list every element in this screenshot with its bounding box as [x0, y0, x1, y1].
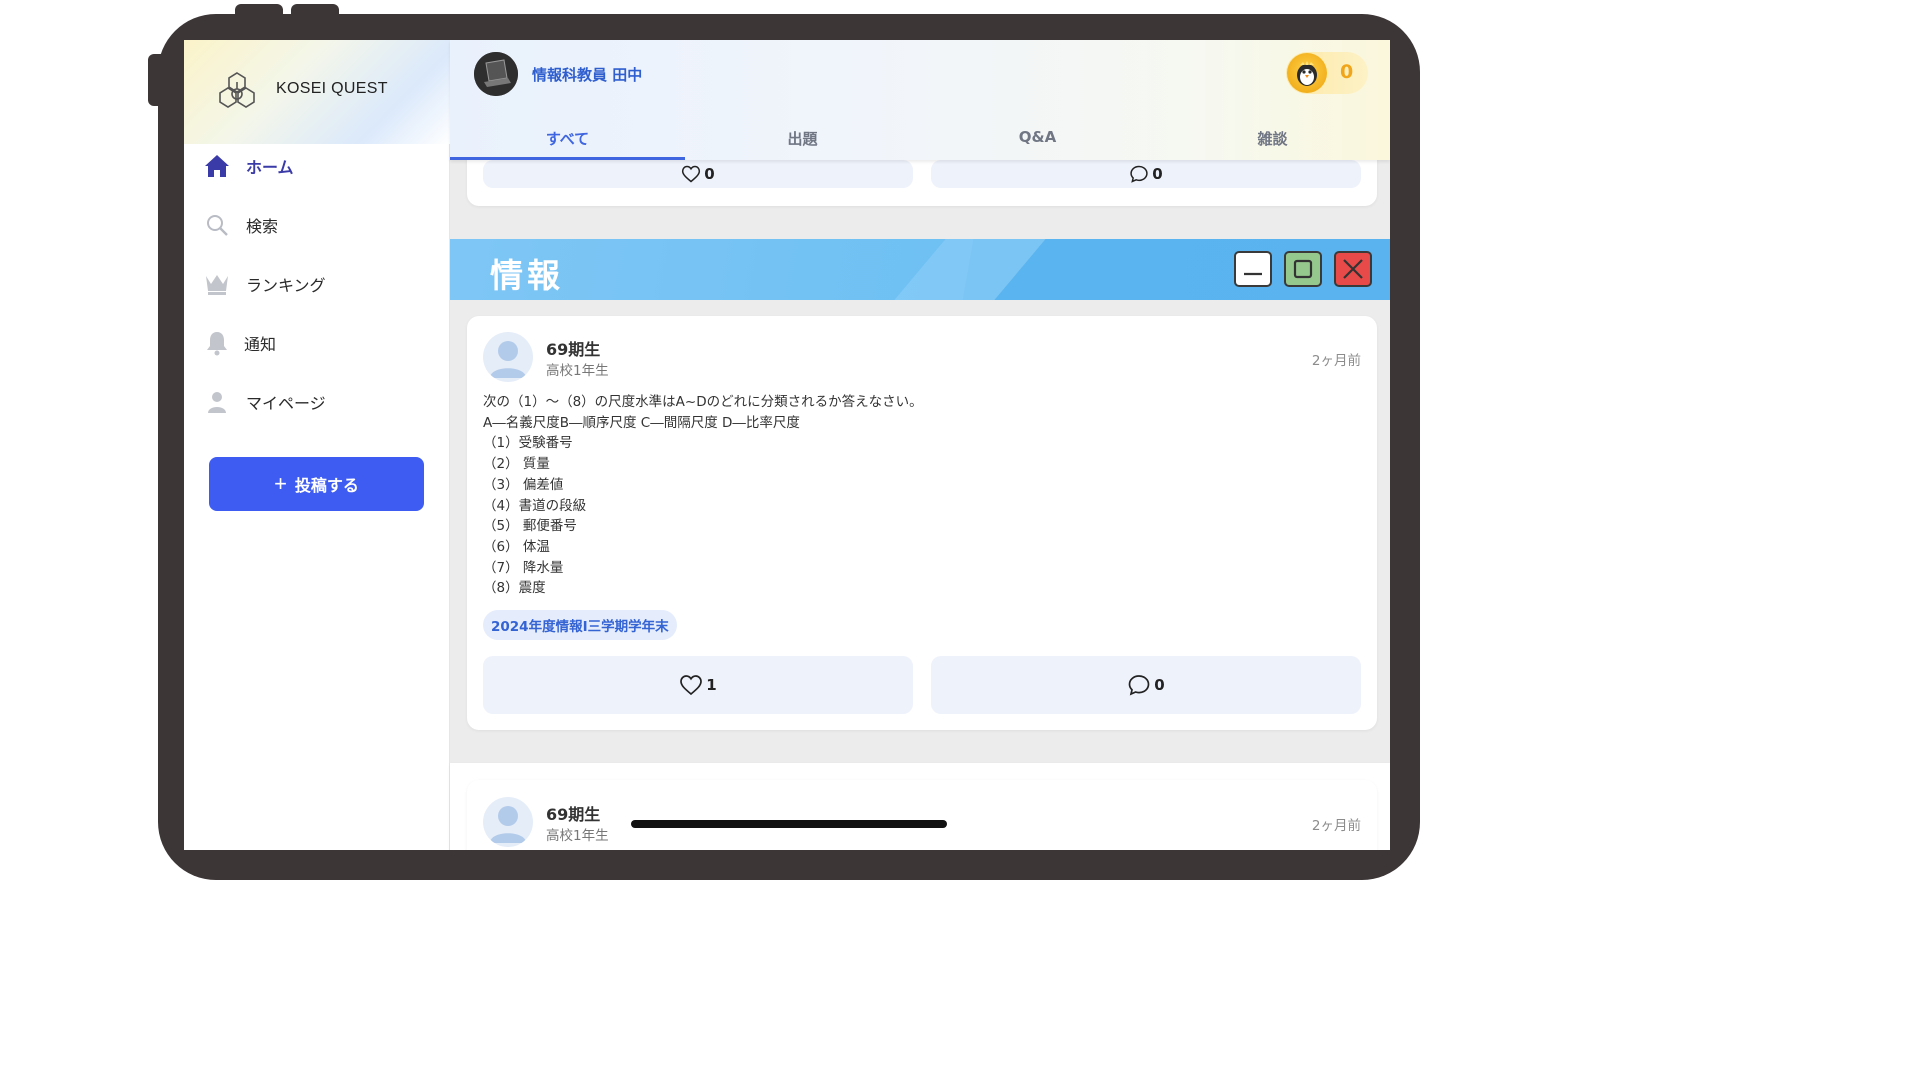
like-button[interactable]: 1: [483, 656, 913, 714]
like-button[interactable]: 0: [483, 160, 913, 188]
category-title: 情報: [490, 256, 564, 295]
sidebar-item-label: ホーム: [246, 158, 294, 177]
sidebar-item-ranking[interactable]: ランキング: [204, 266, 434, 302]
default-avatar-icon: [490, 806, 526, 843]
comment-button[interactable]: 0: [931, 656, 1361, 714]
tab-all[interactable]: すべて: [450, 118, 685, 160]
user-avatar[interactable]: [474, 52, 518, 96]
like-count: 1: [706, 676, 717, 694]
heart-icon: [682, 165, 701, 183]
close-icon: [1343, 259, 1363, 279]
post-timestamp: 2ヶ月前: [1311, 353, 1361, 369]
post-card: 69期生 高校1年生 2ヶ月前: [467, 780, 1377, 850]
home-indicator[interactable]: [631, 820, 947, 828]
sidebar-item-search[interactable]: 検索: [204, 207, 434, 243]
post-author-grade: 高校1年生: [546, 828, 609, 844]
post-body: 次の（1）～（8）の尺度水準はA~Dのどれに分類されるか答えなさい。 A―名義尺…: [483, 392, 923, 599]
post-body-line: （2） 質量: [483, 456, 550, 473]
sidebar-item-label: マイページ: [246, 394, 326, 413]
maximize-icon: [1293, 259, 1313, 279]
create-post-label: 投稿する: [294, 478, 359, 495]
bell-icon: [204, 330, 230, 356]
feed-tabs: すべて 出題 Q&A 雑談: [450, 118, 1390, 160]
plus-icon: +: [274, 471, 287, 496]
banner-decoration: [894, 239, 1046, 300]
post-author-grade: 高校1年生: [546, 363, 609, 379]
home-icon: [204, 153, 230, 179]
app-brand: KOSEI QUEST: [276, 80, 388, 97]
default-avatar-icon: [490, 341, 526, 378]
school-logo-icon[interactable]: [216, 70, 258, 112]
comment-count: 0: [1152, 165, 1163, 183]
sidebar-item-notifications[interactable]: 通知: [204, 325, 434, 361]
user-name: 情報科教員 田中: [532, 66, 643, 84]
post-body-line: （3） 偏差値: [483, 476, 564, 493]
post-body-line: （7） 降水量: [483, 559, 564, 576]
post-body-line: （8）震度: [483, 580, 546, 597]
post-body-line: （4）書道の段級: [483, 497, 587, 514]
sidebar-item-label: ランキング: [246, 276, 326, 295]
like-count: 0: [704, 165, 715, 183]
sidebar: KOSEI QUEST ホーム 検索 ランキング 通知 マイページ + 投稿する: [184, 40, 450, 850]
heart-icon: [680, 675, 703, 696]
comment-icon: [1128, 675, 1150, 696]
sidebar-item-label: 通知: [244, 335, 277, 354]
minimize-icon: [1244, 272, 1262, 276]
post-tag[interactable]: 2024年度情報Ⅰ三学期学年末: [483, 610, 677, 640]
tab-qa[interactable]: Q&A: [920, 118, 1155, 160]
post-author[interactable]: 69期生: [546, 336, 600, 360]
sidebar-item-mypage[interactable]: マイページ: [204, 384, 434, 420]
sidebar-item-home[interactable]: ホーム: [204, 148, 434, 184]
crown-icon: [204, 271, 230, 297]
create-post-button[interactable]: + 投稿する: [209, 457, 424, 511]
sidebar-header: KOSEI QUEST: [184, 40, 450, 144]
post-body-line: （1）受験番号: [483, 435, 573, 452]
sidebar-item-label: 検索: [246, 217, 279, 236]
post-author[interactable]: 69期生: [546, 801, 600, 825]
post-body-line: （5） 郵便番号: [483, 518, 577, 535]
app-screen: KOSEI QUEST ホーム 検索 ランキング 通知 マイページ + 投稿する…: [184, 40, 1390, 850]
comment-icon: [1130, 165, 1148, 183]
author-avatar[interactable]: [483, 332, 533, 382]
close-button[interactable]: [1334, 251, 1372, 287]
user-icon: [204, 389, 230, 415]
search-icon: [204, 212, 230, 238]
comment-button[interactable]: 0: [931, 160, 1361, 188]
main-feed: 0 0 情報科教員 田中 0 すべて 出題 Q&A 雑談 情報 69期生 高校1…: [450, 40, 1390, 850]
minimize-button[interactable]: [1234, 251, 1272, 287]
tab-questions[interactable]: 出題: [685, 118, 920, 160]
comment-count: 0: [1154, 676, 1165, 694]
tab-chat[interactable]: 雑談: [1155, 118, 1390, 160]
coin-count: 0: [1340, 61, 1354, 83]
top-bar: 情報科教員 田中 0 すべて 出題 Q&A 雑談: [450, 40, 1390, 160]
author-avatar[interactable]: [483, 797, 533, 847]
post-timestamp: 2ヶ月前: [1311, 818, 1361, 834]
coin-badge[interactable]: 0: [1286, 52, 1368, 94]
category-banner: 情報: [450, 239, 1390, 300]
post-body-line: （6） 体温: [483, 538, 550, 555]
maximize-button[interactable]: [1284, 251, 1322, 287]
post-card: 69期生 高校1年生 2ヶ月前 次の（1）～（8）の尺度水準はA~Dのどれに分類…: [467, 316, 1377, 730]
penguin-coin-icon: [1287, 53, 1327, 93]
post-body-line: 次の（1）～（8）の尺度水準はA~Dのどれに分類されるか答えなさい。: [483, 394, 923, 410]
laptop-icon: [474, 52, 518, 96]
post-body-line: A―名義尺度B―順序尺度 C―間隔尺度 D―比率尺度: [483, 414, 800, 431]
